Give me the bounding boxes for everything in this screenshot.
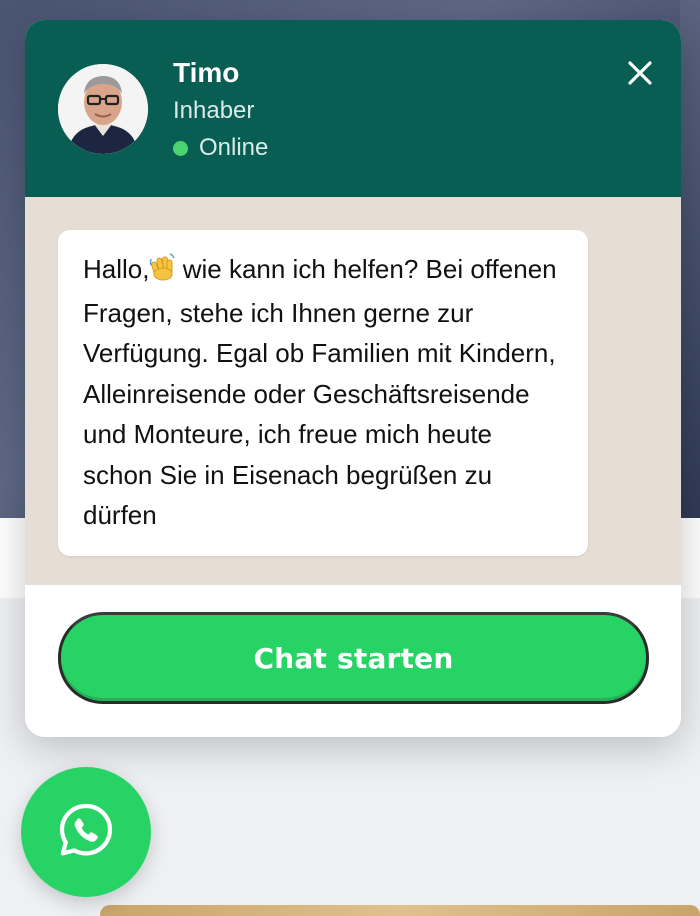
chat-footer: Chat starten	[25, 585, 681, 737]
background-image-card	[100, 905, 700, 916]
chat-header: Timo Inhaber Online	[25, 20, 681, 197]
agent-status: Online	[173, 134, 268, 162]
whatsapp-launcher-button[interactable]	[21, 767, 151, 897]
whatsapp-icon	[57, 801, 115, 864]
online-dot-icon	[173, 140, 188, 156]
message-greeting: Hallo,	[83, 254, 150, 284]
message-bubble: Hallo, wie kann ich helfen? Bei offenen …	[58, 230, 588, 556]
chat-start-button[interactable]: Chat starten	[58, 612, 649, 704]
agent-name: Timo	[173, 57, 240, 88]
message-text: wie kann ich helfen? Bei offenen Fragen,…	[83, 254, 557, 530]
close-icon[interactable]	[623, 56, 657, 90]
agent-role: Inhaber	[173, 97, 255, 124]
status-label: Online	[199, 134, 269, 161]
agent-avatar	[58, 64, 148, 154]
waving-hand-icon	[149, 252, 176, 293]
whatsapp-chat-widget: Timo Inhaber Online Hallo, wie kann ich …	[25, 20, 681, 737]
chat-message-area: Hallo, wie kann ich helfen? Bei offenen …	[25, 197, 681, 585]
